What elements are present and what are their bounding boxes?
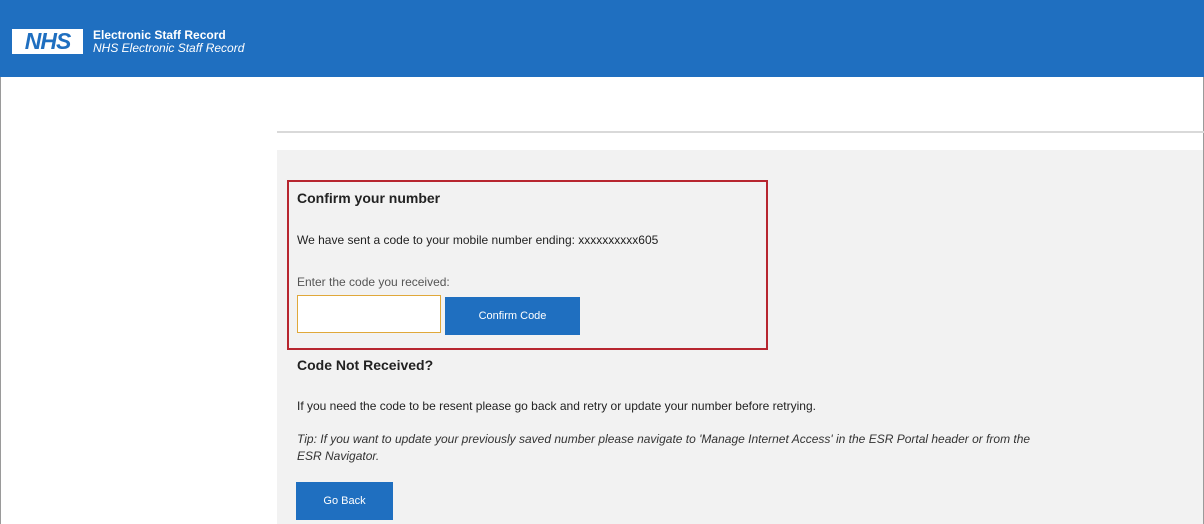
code-input[interactable] xyxy=(297,295,441,333)
code-not-received-title: Code Not Received? xyxy=(297,357,434,373)
go-back-button[interactable]: Go Back xyxy=(296,482,393,520)
tip-text: Tip: If you want to update your previous… xyxy=(297,432,1031,463)
app-header: NHS Electronic Staff Record NHS Electron… xyxy=(0,0,1204,77)
divider xyxy=(277,131,1204,133)
code-field-label: Enter the code you received: xyxy=(297,275,450,289)
confirm-title: Confirm your number xyxy=(297,190,441,206)
confirm-code-button[interactable]: Confirm Code xyxy=(445,297,580,335)
nhs-logo-text: NHS xyxy=(24,28,72,54)
confirm-message: We have sent a code to your mobile numbe… xyxy=(297,233,659,247)
resend-message: If you need the code to be resent please… xyxy=(297,399,816,413)
nhs-logo: NHS xyxy=(12,28,83,54)
app-subtitle: NHS Electronic Staff Record xyxy=(93,41,245,55)
